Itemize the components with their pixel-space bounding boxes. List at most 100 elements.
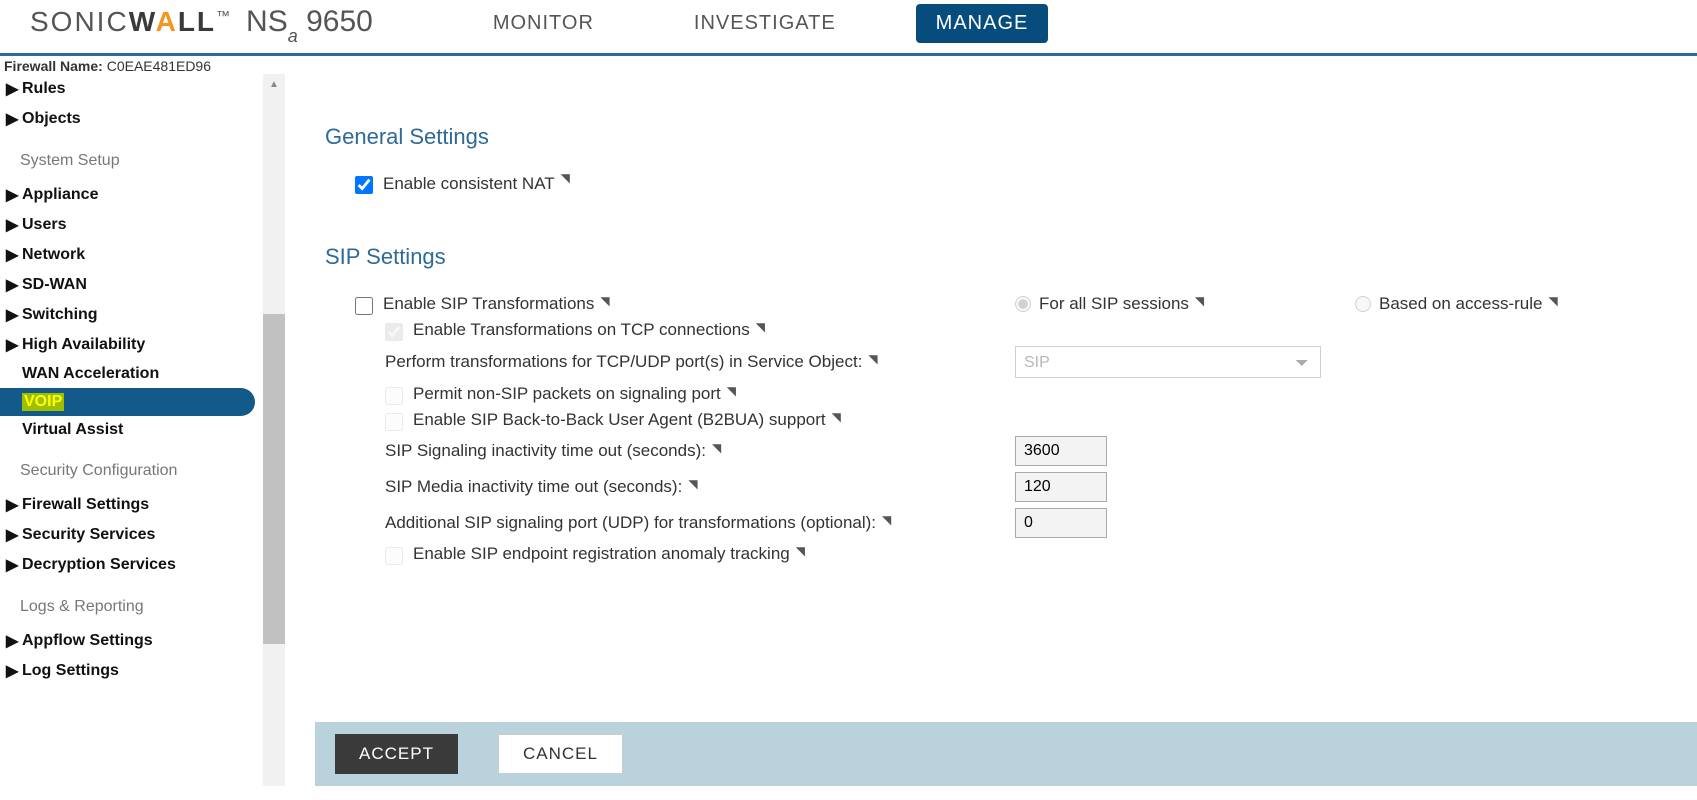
help-icon[interactable]: ◥ [756,320,765,334]
label-sip-transformations: Enable SIP Transformations [383,294,594,314]
checkbox-sip-transformations[interactable] [355,297,373,315]
sidebar-item-label: Appflow Settings [22,632,153,650]
scrollbar-thumb[interactable] [263,314,285,644]
section-sip: SIP Settings [325,244,1657,270]
brand: SONICWALL™ NSa 9650 [30,5,373,43]
sidebar-item-label: Rules [22,80,66,98]
help-icon[interactable]: ◥ [712,441,721,455]
sidebar-item-switching[interactable]: ▶Switching [0,300,285,330]
sidebar-item-rules[interactable]: ▶Rules [0,74,285,104]
label-b2bua: Enable SIP Back-to-Back User Agent (B2BU… [413,410,826,430]
help-icon[interactable]: ◥ [796,544,805,558]
help-icon[interactable]: ◥ [868,352,877,366]
row-perform-transformations: Perform transformations for TCP/UDP port… [385,352,995,372]
firewall-name-value: C0EAE481ED96 [107,58,211,74]
caret-right-icon: ▶ [6,215,20,235]
sidebar-item-virtual-assist[interactable]: Virtual Assist [0,416,285,444]
sidebar-item-sdwan[interactable]: ▶SD-WAN [0,270,285,300]
sidebar-item-objects[interactable]: ▶Objects [0,104,285,134]
input-additional-port[interactable] [1015,508,1107,538]
row-for-all-sip: For all SIP sessions ◥ [1015,294,1335,314]
sidebar-group-logs: Logs & Reporting [0,580,285,626]
radio-for-all-sip[interactable] [1015,296,1031,312]
sidebar-group-security: Security Configuration [0,444,285,490]
tab-investigate[interactable]: INVESTIGATE [674,4,856,43]
caret-right-icon: ▶ [6,109,20,129]
label-consistent-nat: Enable consistent NAT [383,174,555,194]
label-based-on-rule: Based on access-rule [1379,294,1542,314]
caret-right-icon: ▶ [6,661,20,681]
help-icon[interactable]: ◥ [1195,294,1204,308]
caret-right-icon: ▶ [6,525,20,545]
sidebar-item-label: Users [22,216,66,234]
help-icon[interactable]: ◥ [727,384,736,398]
row-sip-media: SIP Media inactivity time out (seconds):… [385,477,995,497]
sidebar-item-users[interactable]: ▶Users [0,210,285,240]
tab-manage[interactable]: MANAGE [916,4,1049,43]
input-sip-signaling[interactable] [1015,436,1107,466]
radio-based-on-rule[interactable] [1355,296,1371,312]
sidebar-item-log-settings[interactable]: ▶Log Settings [0,656,285,686]
sidebar-item-appliance[interactable]: ▶Appliance [0,180,285,210]
sidebar-item-label: Network [22,246,85,264]
checkbox-consistent-nat[interactable] [355,176,373,194]
help-icon[interactable]: ◥ [561,171,570,185]
sidebar-item-decryption[interactable]: ▶Decryption Services [0,550,285,580]
label-sip-media: SIP Media inactivity time out (seconds): [385,477,682,497]
firewall-name-label: Firewall Name: [4,58,103,74]
cancel-button[interactable]: CANCEL [498,734,623,774]
help-icon[interactable]: ◥ [688,477,697,491]
checkbox-permit-nonsip[interactable] [385,387,403,405]
sidebar-item-label: High Availability [22,336,145,354]
action-bar: ACCEPT CANCEL [315,722,1697,786]
accept-button[interactable]: ACCEPT [335,734,458,774]
help-icon[interactable]: ◥ [600,294,609,308]
top-bar: SONICWALL™ NSa 9650 MONITOR INVESTIGATE … [0,0,1697,56]
row-tcp-transformations: Enable Transformations on TCP connection… [385,320,1657,340]
label-tcp-transformations: Enable Transformations on TCP connection… [413,320,750,340]
sidebar-item-wan-accel[interactable]: WAN Acceleration [0,360,285,388]
sidebar-item-security-services[interactable]: ▶Security Services [0,520,285,550]
help-icon[interactable]: ◥ [882,513,891,527]
row-additional-port: Additional SIP signaling port (UDP) for … [385,513,995,533]
sidebar-item-label: Decryption Services [22,556,176,574]
sidebar-item-label: Firewall Settings [22,496,149,514]
sidebar-item-label: WAN Acceleration [22,365,159,383]
sidebar-item-label: Objects [22,110,81,128]
caret-right-icon: ▶ [6,245,20,265]
caret-right-icon: ▶ [6,555,20,575]
caret-right-icon: ▶ [6,79,20,99]
help-icon[interactable]: ◥ [1548,294,1557,308]
input-sip-media[interactable] [1015,472,1107,502]
row-b2bua: Enable SIP Back-to-Back User Agent (B2BU… [385,410,1657,430]
scroll-up-icon[interactable]: ▲ [263,74,285,94]
sidebar-item-label: Switching [22,306,98,324]
sidebar-item-label: Virtual Assist [22,421,123,439]
nav-tabs: MONITOR INVESTIGATE MANAGE [473,4,1049,43]
sidebar-item-label: Security Services [22,526,155,544]
tab-monitor[interactable]: MONITOR [473,4,614,43]
section-general: General Settings [325,124,1657,150]
sidebar-item-label: VOIP [22,393,64,411]
checkbox-anomaly[interactable] [385,547,403,565]
label-anomaly: Enable SIP endpoint registration anomaly… [413,544,790,564]
sidebar-item-firewall-settings[interactable]: ▶Firewall Settings [0,490,285,520]
select-service-object[interactable]: SIP [1015,346,1321,378]
label-perform-transformations: Perform transformations for TCP/UDP port… [385,352,862,372]
caret-right-icon: ▶ [6,335,20,355]
caret-right-icon: ▶ [6,185,20,205]
sidebar-item-voip[interactable]: VOIP [0,388,255,416]
sidebar-item-appflow[interactable]: ▶Appflow Settings [0,626,285,656]
brand-model: NSa 9650 [246,5,373,43]
help-icon[interactable]: ◥ [832,410,841,424]
caret-right-icon: ▶ [6,631,20,651]
row-anomaly: Enable SIP endpoint registration anomaly… [385,544,1657,564]
checkbox-b2bua[interactable] [385,413,403,431]
sidebar-item-ha[interactable]: ▶High Availability [0,330,285,360]
row-permit-nonsip: Permit non-SIP packets on signaling port… [385,384,1657,404]
checkbox-tcp-transformations[interactable] [385,323,403,341]
row-sip-signaling: SIP Signaling inactivity time out (secon… [385,441,995,461]
main-panel: General Settings Enable consistent NAT ◥… [285,74,1697,786]
sidebar-item-network[interactable]: ▶Network [0,240,285,270]
label-for-all-sip: For all SIP sessions [1039,294,1189,314]
